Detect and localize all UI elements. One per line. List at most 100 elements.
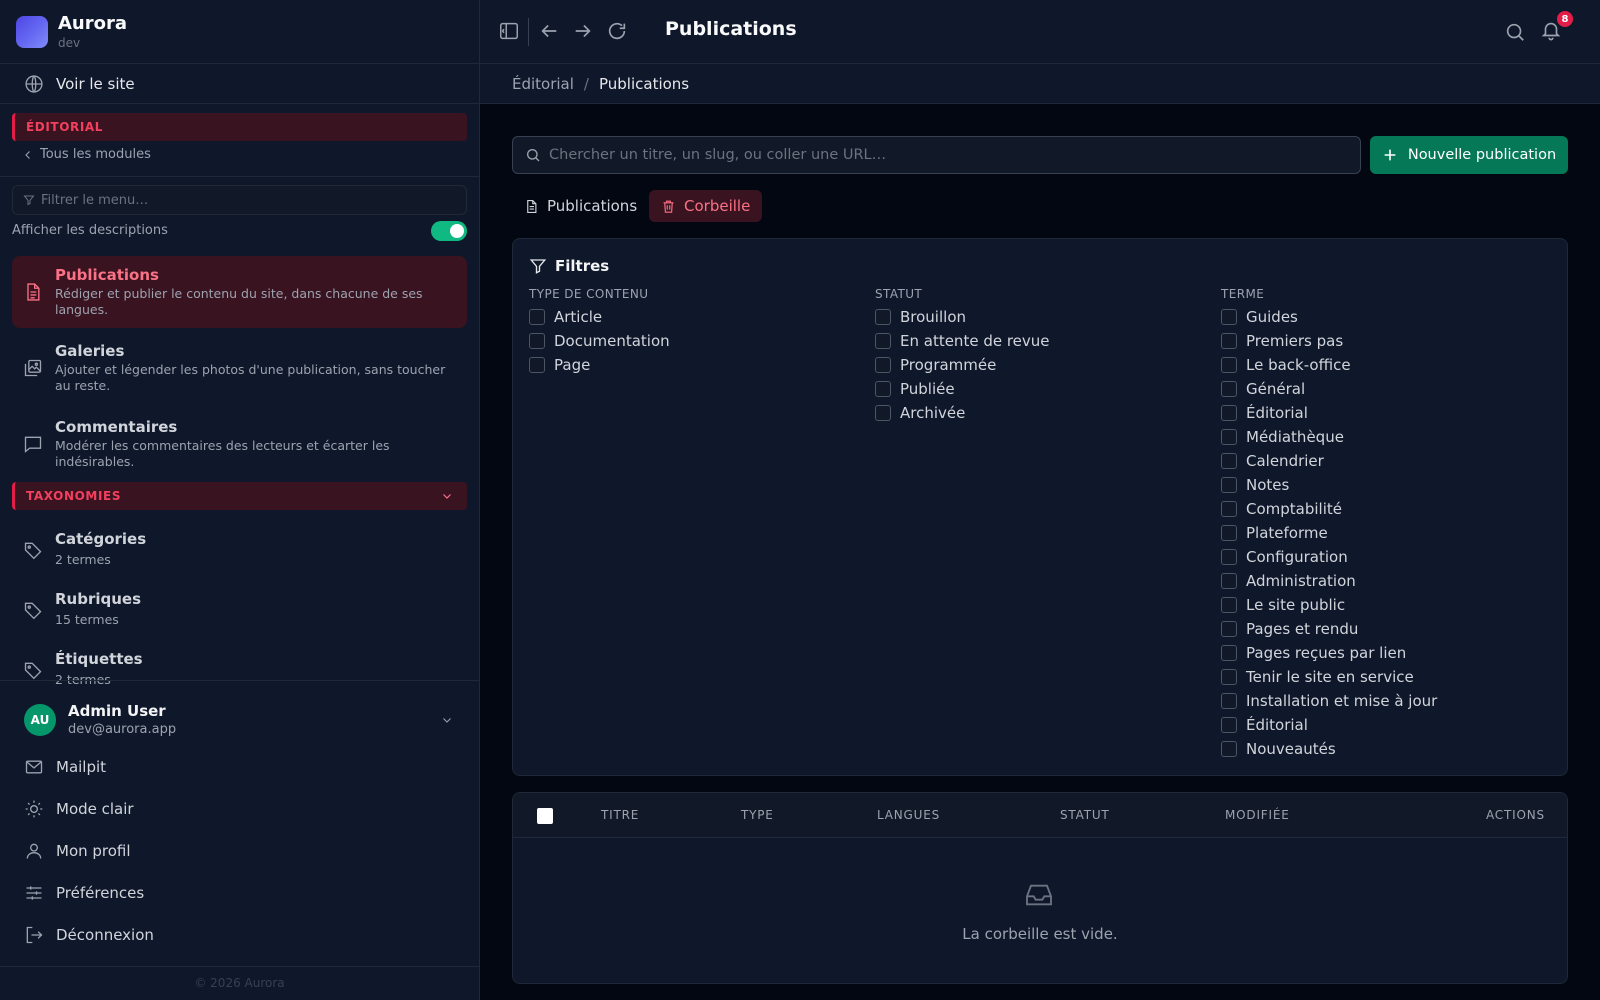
menu-filter-input[interactable] [41, 192, 441, 208]
sidebar-item-publications[interactable]: Publications Rédiger et publier le conte… [12, 256, 467, 328]
sidebar-item-categories[interactable]: Catégories 2 termes [12, 522, 467, 578]
sidebar-item-rubriques[interactable]: Rubriques 15 termes [12, 582, 467, 638]
tab-trash[interactable]: Corbeille [649, 190, 763, 222]
filter-option[interactable]: Documentation [529, 329, 670, 353]
filter-option[interactable]: Éditorial [1221, 713, 1437, 737]
copyright: © 2026 Aurora [194, 976, 285, 990]
filter-checkbox[interactable] [875, 405, 891, 421]
user-menu[interactable]: AU Admin User dev@aurora.app [0, 680, 479, 740]
filter-option[interactable]: Premiers pas [1221, 329, 1437, 353]
filter-checkbox[interactable] [1221, 333, 1237, 349]
preferences-link[interactable]: Préférences [0, 873, 479, 913]
filter-option[interactable]: Page [529, 353, 670, 377]
filter-option[interactable]: Général [1221, 377, 1437, 401]
filter-checkbox[interactable] [875, 333, 891, 349]
publication-search-field[interactable] [512, 136, 1361, 174]
filter-option[interactable]: Calendrier [1221, 449, 1437, 473]
filter-option[interactable]: Éditorial [1221, 401, 1437, 425]
filter-checkbox[interactable] [1221, 693, 1237, 709]
sidebar-item-galeries[interactable]: Galeries Ajouter et légender les photos … [12, 332, 467, 404]
tab-publications[interactable]: Publications [512, 190, 649, 222]
column-title[interactable]: TITRE [601, 808, 639, 822]
filter-checkbox[interactable] [1221, 573, 1237, 589]
filter-checkbox[interactable] [1221, 405, 1237, 421]
filter-checkbox[interactable] [1221, 357, 1237, 373]
filter-option[interactable]: Notes [1221, 473, 1437, 497]
filter-option[interactable]: Archivée [875, 401, 1050, 425]
publication-search-input[interactable] [549, 147, 1349, 163]
filter-checkbox[interactable] [1221, 669, 1237, 685]
forward-arrow-icon[interactable] [572, 20, 594, 42]
logout-icon [24, 925, 44, 945]
filter-checkbox[interactable] [875, 309, 891, 325]
filter-checkbox[interactable] [875, 357, 891, 373]
mailpit-link[interactable]: Mailpit [0, 747, 479, 787]
new-publication-label: Nouvelle publication [1407, 147, 1557, 163]
back-arrow-icon[interactable] [538, 20, 560, 42]
filter-option[interactable]: Administration [1221, 569, 1437, 593]
section-taxonomies[interactable]: TAXONOMIES [12, 482, 467, 510]
filter-option[interactable]: Comptabilité [1221, 497, 1437, 521]
filter-option[interactable]: Publiée [875, 377, 1050, 401]
filter-checkbox[interactable] [529, 309, 545, 325]
filter-checkbox[interactable] [529, 357, 545, 373]
filter-checkbox[interactable] [1221, 645, 1237, 661]
view-site-link[interactable]: Voir le site [0, 64, 479, 104]
filter-option[interactable]: Le site public [1221, 593, 1437, 617]
sidebar-toggle-icon[interactable] [498, 20, 520, 42]
breadcrumb-separator: / [583, 74, 589, 93]
filter-option[interactable]: Pages et rendu [1221, 617, 1437, 641]
filter-checkbox[interactable] [1221, 477, 1237, 493]
filter-option[interactable]: Tenir le site en service [1221, 665, 1437, 689]
filter-option[interactable]: Brouillon [875, 305, 1050, 329]
trash-icon [661, 199, 676, 214]
filter-option[interactable]: Article [529, 305, 670, 329]
filter-checkbox[interactable] [875, 381, 891, 397]
sidebar-item-commentaires[interactable]: Commentaires Modérer les commentaires de… [12, 408, 467, 480]
filter-option[interactable]: Le back-office [1221, 353, 1437, 377]
breadcrumb-parent[interactable]: Éditorial [512, 75, 574, 93]
filter-option[interactable]: Plateforme [1221, 521, 1437, 545]
new-publication-button[interactable]: Nouvelle publication [1370, 136, 1568, 174]
filter-checkbox[interactable] [1221, 549, 1237, 565]
light-mode-toggle[interactable]: Mode clair [0, 789, 479, 829]
filter-checkbox[interactable] [1221, 309, 1237, 325]
menu-filter-field[interactable] [12, 185, 467, 215]
tag-icon [23, 660, 43, 680]
app-logo [16, 16, 48, 48]
sidebar-item-title: Galeries [55, 342, 125, 360]
filter-option-label: Page [554, 356, 591, 374]
filter-checkbox[interactable] [1221, 717, 1237, 733]
filter-option[interactable]: Programmée [875, 353, 1050, 377]
brand-header[interactable]: Aurora dev [0, 0, 479, 64]
filter-checkbox[interactable] [1221, 525, 1237, 541]
filter-checkbox[interactable] [1221, 501, 1237, 517]
filter-option[interactable]: Configuration [1221, 545, 1437, 569]
filter-checkbox[interactable] [1221, 429, 1237, 445]
filter-option[interactable]: Pages reçues par lien [1221, 641, 1437, 665]
column-status[interactable]: STATUT [1060, 808, 1110, 822]
logout-link[interactable]: Déconnexion [0, 915, 479, 955]
column-modified[interactable]: MODIFIÉE [1225, 808, 1290, 822]
filter-option[interactable]: En attente de revue [875, 329, 1050, 353]
filter-option-label: En attente de revue [900, 332, 1050, 350]
filter-checkbox[interactable] [1221, 741, 1237, 757]
filter-checkbox[interactable] [529, 333, 545, 349]
refresh-icon[interactable] [606, 20, 628, 42]
all-modules-link[interactable]: Tous les modules [22, 147, 151, 162]
show-descriptions-toggle[interactable] [431, 221, 467, 241]
filter-checkbox[interactable] [1221, 453, 1237, 469]
column-languages[interactable]: LANGUES [877, 808, 940, 822]
column-type[interactable]: TYPE [741, 808, 774, 822]
filter-option[interactable]: Nouveautés [1221, 737, 1437, 761]
search-icon[interactable] [1504, 21, 1526, 43]
filter-option[interactable]: Installation et mise à jour [1221, 689, 1437, 713]
profile-link[interactable]: Mon profil [0, 831, 479, 871]
select-all-checkbox[interactable] [537, 808, 553, 824]
filter-option[interactable]: Guides [1221, 305, 1437, 329]
filter-checkbox[interactable] [1221, 597, 1237, 613]
filter-checkbox[interactable] [1221, 381, 1237, 397]
filter-option-label: Publiée [900, 380, 955, 398]
filter-option[interactable]: Médiathèque [1221, 425, 1437, 449]
filter-checkbox[interactable] [1221, 621, 1237, 637]
